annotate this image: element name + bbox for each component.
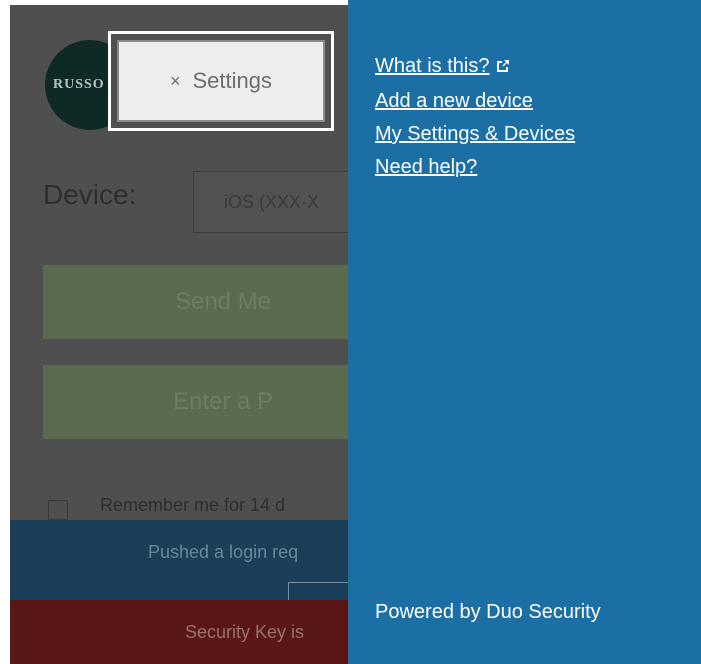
powered-by-text: Powered by Duo Security — [375, 601, 601, 623]
remember-me-label: Remember me for 14 d — [100, 495, 286, 515]
settings-button-label: Settings — [192, 68, 273, 93]
settings-toggle-button[interactable]: × Settings — [108, 31, 334, 131]
settings-links: What is this? Add a new device My Settin… — [375, 56, 575, 190]
my-settings-devices-link[interactable]: My Settings & Devices — [375, 124, 575, 144]
status-message-text: Pushed a login req — [148, 542, 299, 562]
close-icon: × — [169, 70, 181, 91]
error-message-text: Security Key is — [185, 622, 305, 642]
need-help-link[interactable]: Need help? — [375, 157, 575, 177]
add-new-device-link[interactable]: Add a new device — [375, 91, 575, 111]
external-link-icon — [495, 58, 511, 78]
settings-button-face[interactable]: × Settings — [117, 40, 325, 122]
what-is-this-label: What is this? — [375, 55, 490, 77]
device-label: Device: — [43, 179, 137, 210]
settings-panel: What is this? Add a new device My Settin… — [348, 0, 701, 664]
what-is-this-link[interactable]: What is this? — [375, 56, 575, 78]
remember-me-checkbox[interactable] — [48, 500, 68, 520]
